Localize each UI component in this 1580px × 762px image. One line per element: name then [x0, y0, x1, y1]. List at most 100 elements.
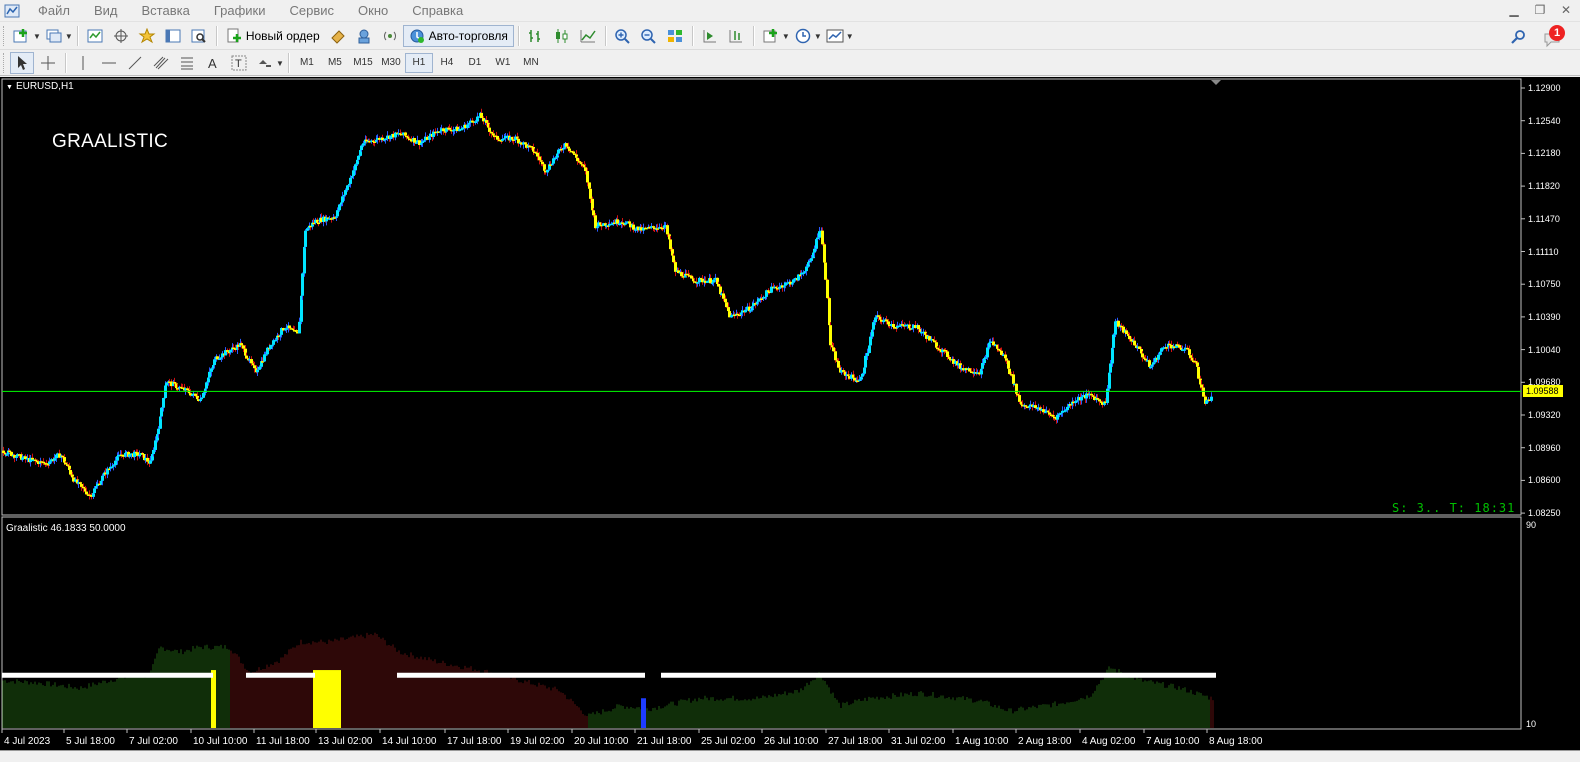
- candle-body: [274, 339, 277, 342]
- candle-body: [1008, 368, 1011, 375]
- timeframe-mn[interactable]: MN: [517, 53, 545, 73]
- chevron-down-icon[interactable]: ▼: [814, 32, 822, 41]
- candle-body: [61, 455, 64, 458]
- toolbar-separator: [287, 53, 289, 73]
- chevron-down-icon[interactable]: ▼: [33, 32, 41, 41]
- search-button[interactable]: [1507, 26, 1531, 48]
- price-axis-label: 1.12900: [1528, 83, 1561, 93]
- timeframe-w1[interactable]: W1: [489, 53, 517, 73]
- candle-body: [936, 347, 939, 350]
- minimize-icon[interactable]: ▁: [1506, 2, 1522, 18]
- line-chart-button[interactable]: [576, 25, 600, 47]
- menu-tools[interactable]: Сервис: [278, 0, 347, 22]
- cursor-button[interactable]: [10, 52, 34, 74]
- candle-body: [832, 347, 835, 352]
- text-button[interactable]: A: [201, 52, 225, 74]
- templates-button[interactable]: [823, 25, 847, 47]
- menu-help[interactable]: Справка: [400, 0, 475, 22]
- fibonacci-button[interactable]: [175, 52, 199, 74]
- trendline-button[interactable]: [123, 52, 147, 74]
- candle-body: [1090, 393, 1093, 396]
- metaeditor-button[interactable]: [326, 25, 350, 47]
- candle-body: [869, 336, 872, 346]
- autoscroll-button[interactable]: [724, 25, 748, 47]
- candle-body: [157, 428, 160, 435]
- equidistant-channel-button[interactable]: [149, 52, 173, 74]
- navigator-button[interactable]: [135, 25, 159, 47]
- timeframe-m5[interactable]: M5: [321, 53, 349, 73]
- profiles-button[interactable]: [42, 25, 66, 47]
- strategy-tester-button[interactable]: [187, 25, 211, 47]
- candle-body: [864, 355, 867, 368]
- timeframe-h1[interactable]: H1: [404, 53, 433, 73]
- bar-chart-button[interactable]: [524, 25, 548, 47]
- vertical-line-button[interactable]: [71, 52, 95, 74]
- close-icon[interactable]: ✕: [1558, 2, 1574, 18]
- candle-body: [592, 210, 595, 216]
- tile-windows-button[interactable]: [663, 25, 687, 47]
- chevron-down-icon[interactable]: ▼: [846, 32, 854, 41]
- candle-body: [5, 454, 8, 456]
- menu-window[interactable]: Окно: [346, 0, 400, 22]
- timeframe-d1[interactable]: D1: [461, 53, 489, 73]
- indicators-button[interactable]: [759, 25, 783, 47]
- timeframe-h4[interactable]: H4: [433, 53, 461, 73]
- price-axis-label: 1.10390: [1528, 311, 1561, 322]
- zoom-out-button[interactable]: [637, 25, 661, 47]
- terminal-button[interactable]: [161, 25, 185, 47]
- new-order-button[interactable]: Новый ордер: [221, 25, 325, 47]
- timeframe-m15[interactable]: M15: [349, 53, 377, 73]
- candle-body: [245, 355, 248, 359]
- market-watch-button[interactable]: [83, 25, 107, 47]
- candle-body: [1111, 347, 1114, 364]
- text-label-button[interactable]: T: [227, 52, 251, 74]
- menu-view[interactable]: Вид: [82, 0, 130, 22]
- notifications-button[interactable]: 1: [1542, 24, 1566, 48]
- time-axis-label: 31 Jul 02:00: [891, 736, 946, 747]
- chart-canvas[interactable]: [0, 77, 1580, 750]
- periods-button[interactable]: [791, 25, 815, 47]
- timeframe-m1[interactable]: M1: [293, 53, 321, 73]
- candle-body: [82, 486, 85, 489]
- candlestick-icon: [555, 29, 568, 43]
- time-axis-label: 1 Aug 10:00: [955, 736, 1009, 747]
- toolbar-grip[interactable]: [3, 53, 6, 73]
- horizontal-line-button[interactable]: [97, 52, 121, 74]
- price-axis-label: 1.08250: [1528, 508, 1561, 519]
- vps-button[interactable]: [378, 25, 402, 47]
- candle-body: [288, 325, 291, 329]
- crosshair-button[interactable]: [36, 52, 60, 74]
- chart-window[interactable]: EURUSD,H1 GRAALISTIC S: 3.. T: 18:31 Gra…: [0, 77, 1580, 750]
- candle-body: [538, 156, 541, 161]
- timeframe-m30[interactable]: M30: [377, 53, 405, 73]
- chevron-down-icon[interactable]: ▼: [782, 32, 790, 41]
- chart-shift-button[interactable]: [698, 25, 722, 47]
- candle-body: [186, 388, 189, 391]
- zoom-in-button[interactable]: [611, 25, 635, 47]
- candle-body: [863, 367, 866, 374]
- candlestick-button[interactable]: [550, 25, 574, 47]
- candle-body: [826, 279, 829, 299]
- candle-body: [616, 219, 619, 224]
- signals-button[interactable]: [352, 25, 376, 47]
- toolbar-grip[interactable]: [3, 26, 6, 46]
- candle-body: [1189, 355, 1192, 358]
- candle-body: [2, 450, 5, 453]
- candle-body: [138, 454, 141, 457]
- data-window-button[interactable]: [109, 25, 133, 47]
- price-axis-label: 1.12180: [1528, 148, 1561, 159]
- arrows-button[interactable]: [253, 52, 277, 74]
- menu-file[interactable]: Файл: [26, 0, 82, 22]
- menu-charts[interactable]: Графики: [202, 0, 278, 22]
- new-chart-button[interactable]: [10, 25, 34, 47]
- market-watch-icon: [87, 29, 103, 43]
- candle-body: [624, 222, 627, 225]
- chevron-down-icon[interactable]: ▼: [65, 32, 73, 41]
- autotrading-button[interactable]: Авто-торговля: [402, 25, 514, 47]
- restore-icon[interactable]: ❐: [1532, 2, 1548, 18]
- chevron-down-icon[interactable]: ▼: [276, 59, 284, 68]
- candle-body: [48, 461, 51, 465]
- menu-insert[interactable]: Вставка: [130, 0, 202, 22]
- candle-body: [8, 450, 11, 453]
- candle-body: [1066, 406, 1069, 411]
